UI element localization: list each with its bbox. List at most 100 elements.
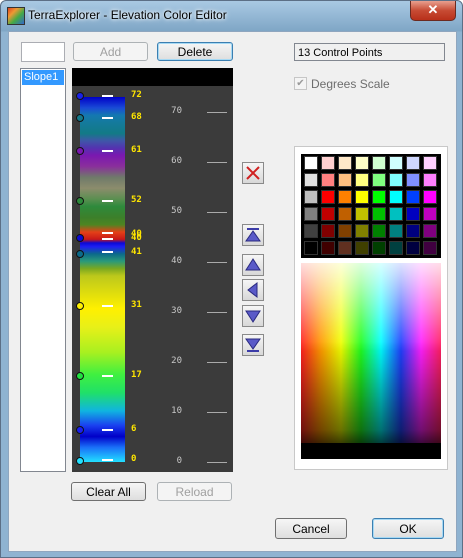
color-palette-panel bbox=[294, 146, 448, 470]
color-swatch[interactable] bbox=[372, 241, 386, 255]
list-item[interactable]: Slope1 bbox=[22, 70, 64, 85]
color-swatch[interactable] bbox=[389, 173, 403, 187]
move-top-icon bbox=[245, 228, 261, 242]
color-swatch[interactable] bbox=[321, 156, 335, 170]
color-swatch[interactable] bbox=[389, 224, 403, 238]
ruler-tick-label: 70 bbox=[171, 106, 182, 116]
color-swatch[interactable] bbox=[423, 241, 437, 255]
color-swatch[interactable] bbox=[355, 207, 369, 221]
color-swatch[interactable] bbox=[338, 241, 352, 255]
color-swatch[interactable] bbox=[321, 241, 335, 255]
control-point-label: 68 bbox=[131, 112, 142, 122]
color-swatch[interactable] bbox=[423, 207, 437, 221]
control-point-label: 31 bbox=[131, 300, 142, 310]
color-swatch[interactable] bbox=[304, 224, 318, 238]
color-swatch[interactable] bbox=[304, 173, 318, 187]
control-point-handle[interactable] bbox=[76, 92, 84, 100]
control-point-handle[interactable] bbox=[76, 250, 84, 258]
color-swatch[interactable] bbox=[389, 241, 403, 255]
control-point-marker bbox=[102, 375, 113, 377]
color-swatch[interactable] bbox=[406, 207, 420, 221]
delete-point-icon bbox=[246, 166, 260, 180]
app-icon bbox=[7, 7, 25, 25]
add-button[interactable]: Add bbox=[73, 42, 148, 61]
color-swatch[interactable] bbox=[355, 173, 369, 187]
control-point-label: 41 bbox=[131, 247, 142, 257]
color-swatch[interactable] bbox=[406, 156, 420, 170]
control-point-label: 61 bbox=[131, 145, 142, 155]
control-point-marker bbox=[102, 117, 113, 119]
color-swatch[interactable] bbox=[321, 190, 335, 204]
color-swatch[interactable] bbox=[304, 156, 318, 170]
control-point-marker bbox=[102, 232, 113, 234]
color-swatch[interactable] bbox=[423, 173, 437, 187]
move-up-icon bbox=[245, 258, 261, 271]
color-swatch[interactable] bbox=[338, 156, 352, 170]
color-swatch[interactable] bbox=[372, 190, 386, 204]
color-swatch[interactable] bbox=[372, 207, 386, 221]
color-swatch[interactable] bbox=[423, 190, 437, 204]
color-swatch[interactable] bbox=[372, 156, 386, 170]
ruler-tick bbox=[207, 412, 227, 413]
color-swatch[interactable] bbox=[304, 241, 318, 255]
control-point-handle[interactable] bbox=[76, 426, 84, 434]
move-up-button[interactable] bbox=[242, 254, 264, 276]
color-swatch[interactable] bbox=[389, 190, 403, 204]
control-point-marker bbox=[102, 251, 113, 253]
scheme-list[interactable]: Slope1 bbox=[20, 68, 66, 472]
color-swatch[interactable] bbox=[321, 173, 335, 187]
color-swatch[interactable] bbox=[406, 190, 420, 204]
control-point-handle[interactable] bbox=[76, 372, 84, 380]
control-point-handle[interactable] bbox=[76, 114, 84, 122]
control-point-label: 52 bbox=[131, 195, 142, 205]
color-swatch[interactable] bbox=[321, 207, 335, 221]
color-swatch[interactable] bbox=[423, 156, 437, 170]
reload-button[interactable]: Reload bbox=[157, 482, 232, 501]
name-input[interactable] bbox=[21, 42, 65, 62]
control-point-marker bbox=[102, 459, 113, 461]
move-down-button[interactable] bbox=[242, 305, 264, 327]
color-swatch[interactable] bbox=[304, 190, 318, 204]
color-swatch[interactable] bbox=[389, 207, 403, 221]
control-point-label: 0 bbox=[131, 454, 137, 464]
ok-button[interactable]: OK bbox=[372, 518, 444, 539]
ruler-tick-label: 60 bbox=[171, 156, 182, 166]
color-swatch[interactable] bbox=[355, 190, 369, 204]
title-bar[interactable]: TerraExplorer - Elevation Color Editor ✕ bbox=[1, 1, 462, 31]
color-swatch[interactable] bbox=[406, 173, 420, 187]
control-point-handle[interactable] bbox=[76, 234, 84, 242]
color-swatch[interactable] bbox=[338, 224, 352, 238]
color-swatch[interactable] bbox=[338, 190, 352, 204]
color-swatch-grid bbox=[301, 154, 441, 258]
cancel-button[interactable]: Cancel bbox=[275, 518, 347, 539]
delete-button[interactable]: Delete bbox=[157, 42, 233, 61]
color-swatch[interactable] bbox=[406, 224, 420, 238]
color-swatch[interactable] bbox=[423, 224, 437, 238]
color-swatch[interactable] bbox=[338, 207, 352, 221]
move-left-button[interactable] bbox=[242, 279, 264, 301]
color-ramp-panel[interactable]: 70 60 50 40 30 20 10 0 72 68 61 52 40 40… bbox=[72, 68, 233, 472]
move-top-button[interactable] bbox=[242, 224, 264, 246]
color-swatch[interactable] bbox=[372, 224, 386, 238]
control-point-handle[interactable] bbox=[76, 147, 84, 155]
control-point-handle[interactable] bbox=[76, 302, 84, 310]
move-bottom-button[interactable] bbox=[242, 334, 264, 356]
color-swatch[interactable] bbox=[321, 224, 335, 238]
color-swatch[interactable] bbox=[355, 224, 369, 238]
color-swatch[interactable] bbox=[355, 156, 369, 170]
color-swatch[interactable] bbox=[355, 241, 369, 255]
clear-all-button[interactable]: Clear All bbox=[71, 482, 146, 501]
color-swatch[interactable] bbox=[304, 207, 318, 221]
color-swatch[interactable] bbox=[389, 156, 403, 170]
close-button[interactable]: ✕ bbox=[410, 1, 456, 21]
control-point-marker bbox=[102, 305, 113, 307]
degrees-scale-label: Degrees Scale bbox=[311, 77, 390, 91]
control-point-handle[interactable] bbox=[76, 457, 84, 465]
degrees-scale-checkbox[interactable]: ✔ bbox=[294, 77, 307, 90]
control-point-handle[interactable] bbox=[76, 197, 84, 205]
color-swatch[interactable] bbox=[372, 173, 386, 187]
color-spectrum-picker[interactable] bbox=[301, 263, 441, 459]
color-swatch[interactable] bbox=[338, 173, 352, 187]
color-swatch[interactable] bbox=[406, 241, 420, 255]
delete-point-button[interactable] bbox=[242, 162, 264, 184]
